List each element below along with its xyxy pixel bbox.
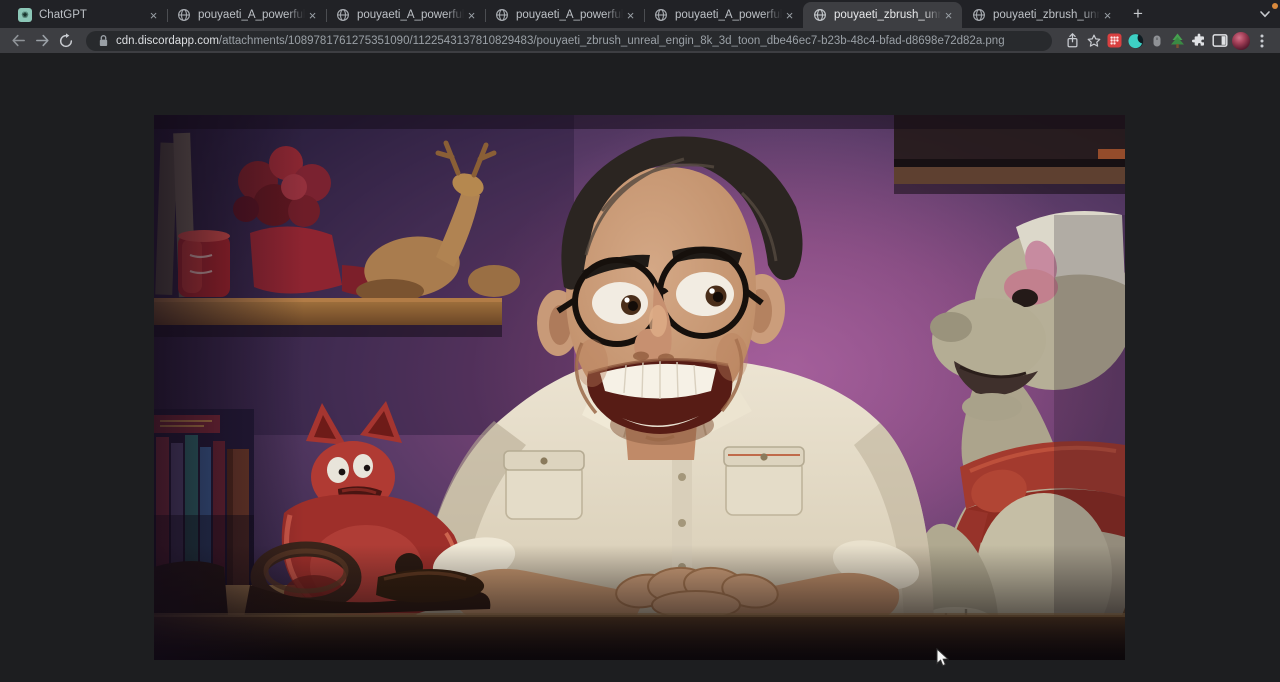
- tab-zbrush-active[interactable]: pouyaeti_zbrush_unreal_engin ×: [803, 2, 962, 28]
- tab-title: pouyaeti_A_powerful_modern: [198, 8, 305, 22]
- chatgpt-favicon-icon: ✺: [18, 8, 32, 22]
- address-bar[interactable]: cdn.discordapp.com/attachments/108978176…: [86, 31, 1052, 51]
- globe-favicon-icon: [495, 8, 509, 22]
- mouse-cursor: [936, 648, 949, 667]
- update-notification-dot: [1272, 3, 1278, 9]
- bookmark-star-icon[interactable]: [1083, 30, 1104, 52]
- tab-close-icon[interactable]: ×: [941, 8, 956, 23]
- tab-title: pouyaeti_zbrush_unreal_engi: [993, 8, 1100, 22]
- globe-favicon-icon: [813, 8, 827, 22]
- globe-favicon-icon: [654, 8, 668, 22]
- tree-extension-icon[interactable]: [1167, 30, 1188, 52]
- tab-title: ChatGPT: [39, 8, 146, 22]
- lock-icon[interactable]: [98, 34, 109, 47]
- attachment-image[interactable]: [154, 115, 1125, 660]
- shirt-pocket-right: [724, 447, 804, 515]
- url-domain: cdn.discordapp.com: [116, 35, 219, 47]
- menu-dots-icon[interactable]: [1251, 30, 1272, 52]
- tab-zbrush-2[interactable]: pouyaeti_zbrush_unreal_engi ×: [962, 2, 1121, 28]
- profile-avatar[interactable]: [1230, 30, 1251, 52]
- browser-toolbar: cdn.discordapp.com/attachments/108978176…: [0, 28, 1280, 53]
- forward-button[interactable]: [30, 30, 54, 52]
- share-icon[interactable]: [1062, 30, 1083, 52]
- tab-close-icon[interactable]: ×: [464, 8, 479, 23]
- gray-extension-icon[interactable]: [1146, 30, 1167, 52]
- tab-title: pouyaeti_zbrush_unreal_engin: [834, 8, 941, 22]
- back-button[interactable]: [6, 30, 30, 52]
- tab-close-icon[interactable]: ×: [305, 8, 320, 23]
- globe-favicon-icon: [177, 8, 191, 22]
- dark-reader-extension-icon[interactable]: [1125, 30, 1146, 52]
- tab-pouyaeti-3[interactable]: pouyaeti_A_powerful_modern ×: [485, 2, 644, 28]
- side-panel-icon[interactable]: [1209, 30, 1230, 52]
- tab-chatgpt[interactable]: ✺ ChatGPT ×: [8, 2, 167, 28]
- tab-pouyaeti-2[interactable]: pouyaeti_A_powerful_modern ×: [326, 2, 485, 28]
- new-tab-button[interactable]: +: [1125, 1, 1151, 27]
- tab-title: pouyaeti_A_powerful_modern: [516, 8, 623, 22]
- globe-favicon-icon: [972, 8, 986, 22]
- red-grid-extension-icon[interactable]: [1104, 30, 1125, 52]
- url-path: /attachments/1089781761275351090/1122543…: [219, 35, 1005, 47]
- globe-favicon-icon: [336, 8, 350, 22]
- tab-title: pouyaeti_A_powerful_modern: [357, 8, 464, 22]
- shirt-pocket-left: [504, 451, 584, 519]
- url-text: cdn.discordapp.com/attachments/108978176…: [116, 35, 1005, 47]
- reload-button[interactable]: [54, 30, 78, 52]
- tab-search-chevron-icon[interactable]: [1256, 5, 1274, 23]
- tab-pouyaeti-4[interactable]: pouyaeti_A_powerful_modern ×: [644, 2, 803, 28]
- page-content: [0, 53, 1280, 682]
- tab-close-icon[interactable]: ×: [1100, 8, 1115, 23]
- tab-title: pouyaeti_A_powerful_modern: [675, 8, 782, 22]
- tab-strip: ✺ ChatGPT × pouyaeti_A_powerful_modern ×…: [0, 0, 1280, 28]
- extensions-puzzle-icon[interactable]: [1188, 30, 1209, 52]
- tab-close-icon[interactable]: ×: [146, 8, 161, 23]
- tab-pouyaeti-1[interactable]: pouyaeti_A_powerful_modern ×: [167, 2, 326, 28]
- tab-close-icon[interactable]: ×: [623, 8, 638, 23]
- tab-close-icon[interactable]: ×: [782, 8, 797, 23]
